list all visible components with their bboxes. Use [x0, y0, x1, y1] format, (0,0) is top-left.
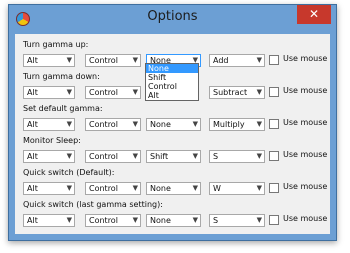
use-mouse-checkbox-quick-switch-last[interactable]: [269, 215, 279, 225]
key-dropdown-gamma-down[interactable]: Subtract ▼: [209, 86, 265, 99]
chevron-down-icon: ▼: [66, 184, 72, 192]
chevron-down-icon: ▼: [66, 152, 72, 160]
modifier3-dropdown-default-gamma[interactable]: None ▼: [146, 118, 201, 131]
modifier1-dropdown-monitor-sleep[interactable]: Alt ▼: [23, 150, 75, 163]
key-dropdown-default-gamma[interactable]: Multiply ▼: [209, 118, 265, 131]
chevron-down-icon: ▼: [66, 88, 72, 96]
chevron-down-icon: ▼: [192, 216, 198, 224]
section-label-gamma-up: Turn gamma up:: [23, 40, 89, 49]
modifier2-dropdown-quick-switch-last[interactable]: Control ▼: [85, 214, 141, 227]
close-button[interactable]: ✕: [297, 5, 331, 24]
chevron-down-icon: ▼: [256, 184, 262, 192]
chevron-down-icon: ▼: [132, 88, 138, 96]
chevron-down-icon: ▼: [256, 88, 262, 96]
modifier1-dropdown-gamma-up[interactable]: Alt ▼: [23, 54, 75, 67]
modifier2-dropdown-default-gamma[interactable]: Control ▼: [85, 118, 141, 131]
chevron-down-icon: ▼: [132, 152, 138, 160]
dropdown-option[interactable]: None: [146, 64, 198, 73]
modifier1-dropdown-gamma-down[interactable]: Alt ▼: [23, 86, 75, 99]
close-icon: ✕: [308, 7, 320, 21]
section-label-quick-switch-default: Quick switch (Default):: [23, 168, 115, 177]
use-mouse-label: Use mouse: [283, 118, 328, 127]
use-mouse-label: Use mouse: [283, 86, 328, 95]
modifier2-dropdown-monitor-sleep[interactable]: Control ▼: [85, 150, 141, 163]
use-mouse-checkbox-gamma-down[interactable]: [269, 87, 279, 97]
key-dropdown-quick-switch-last[interactable]: S ▼: [209, 214, 265, 227]
section-label-gamma-down: Turn gamma down:: [23, 72, 100, 81]
use-mouse-label: Use mouse: [283, 150, 328, 159]
open-dropdown-list: None Shift Control Alt: [145, 63, 199, 101]
section-label-monitor-sleep: Monitor Sleep:: [23, 136, 81, 145]
modifier2-dropdown-quick-switch-default[interactable]: Control ▼: [85, 182, 141, 195]
section-label-default-gamma: Set default gamma:: [23, 104, 103, 113]
use-mouse-checkbox-quick-switch-default[interactable]: [269, 183, 279, 193]
use-mouse-checkbox-gamma-up[interactable]: [269, 55, 279, 65]
dropdown-option[interactable]: Shift: [146, 73, 198, 82]
modifier1-dropdown-default-gamma[interactable]: Alt ▼: [23, 118, 75, 131]
use-mouse-label: Use mouse: [283, 54, 328, 63]
dropdown-option[interactable]: Control: [146, 82, 198, 91]
chevron-down-icon: ▼: [132, 184, 138, 192]
options-window: Options ✕ Turn gamma up: Alt ▼ Control ▼ N…: [8, 4, 337, 241]
chevron-down-icon: ▼: [192, 184, 198, 192]
chevron-down-icon: ▼: [66, 56, 72, 64]
modifier2-dropdown-gamma-up[interactable]: Control ▼: [85, 54, 141, 67]
modifier1-dropdown-quick-switch-default[interactable]: Alt ▼: [23, 182, 75, 195]
modifier3-dropdown-quick-switch-default[interactable]: None ▼: [146, 182, 201, 195]
key-dropdown-monitor-sleep[interactable]: S ▼: [209, 150, 265, 163]
chevron-down-icon: ▼: [256, 120, 262, 128]
key-dropdown-gamma-up[interactable]: Add ▼: [209, 54, 265, 67]
window-title: Options: [147, 9, 198, 24]
chevron-down-icon: ▼: [256, 216, 262, 224]
chevron-down-icon: ▼: [192, 120, 198, 128]
chevron-down-icon: ▼: [132, 56, 138, 64]
chevron-down-icon: ▼: [66, 120, 72, 128]
use-mouse-checkbox-default-gamma[interactable]: [269, 119, 279, 129]
chevron-down-icon: ▼: [132, 120, 138, 128]
modifier3-dropdown-monitor-sleep[interactable]: Shift ▼: [146, 150, 201, 163]
modifier1-dropdown-quick-switch-last[interactable]: Alt ▼: [23, 214, 75, 227]
title-bar[interactable]: Options ✕: [9, 5, 336, 33]
use-mouse-checkbox-monitor-sleep[interactable]: [269, 151, 279, 161]
dropdown-option[interactable]: Alt: [146, 91, 198, 100]
modifier3-dropdown-quick-switch-last[interactable]: None ▼: [146, 214, 201, 227]
chevron-down-icon: ▼: [192, 152, 198, 160]
chevron-down-icon: ▼: [256, 56, 262, 64]
chevron-down-icon: ▼: [66, 216, 72, 224]
modifier2-dropdown-gamma-down[interactable]: Control ▼: [85, 86, 141, 99]
chevron-down-icon: ▼: [132, 216, 138, 224]
section-label-quick-switch-last: Quick switch (last gamma setting):: [23, 200, 163, 209]
key-dropdown-quick-switch-default[interactable]: W ▼: [209, 182, 265, 195]
chevron-down-icon: ▼: [256, 152, 262, 160]
use-mouse-label: Use mouse: [283, 182, 328, 191]
use-mouse-label: Use mouse: [283, 214, 328, 223]
